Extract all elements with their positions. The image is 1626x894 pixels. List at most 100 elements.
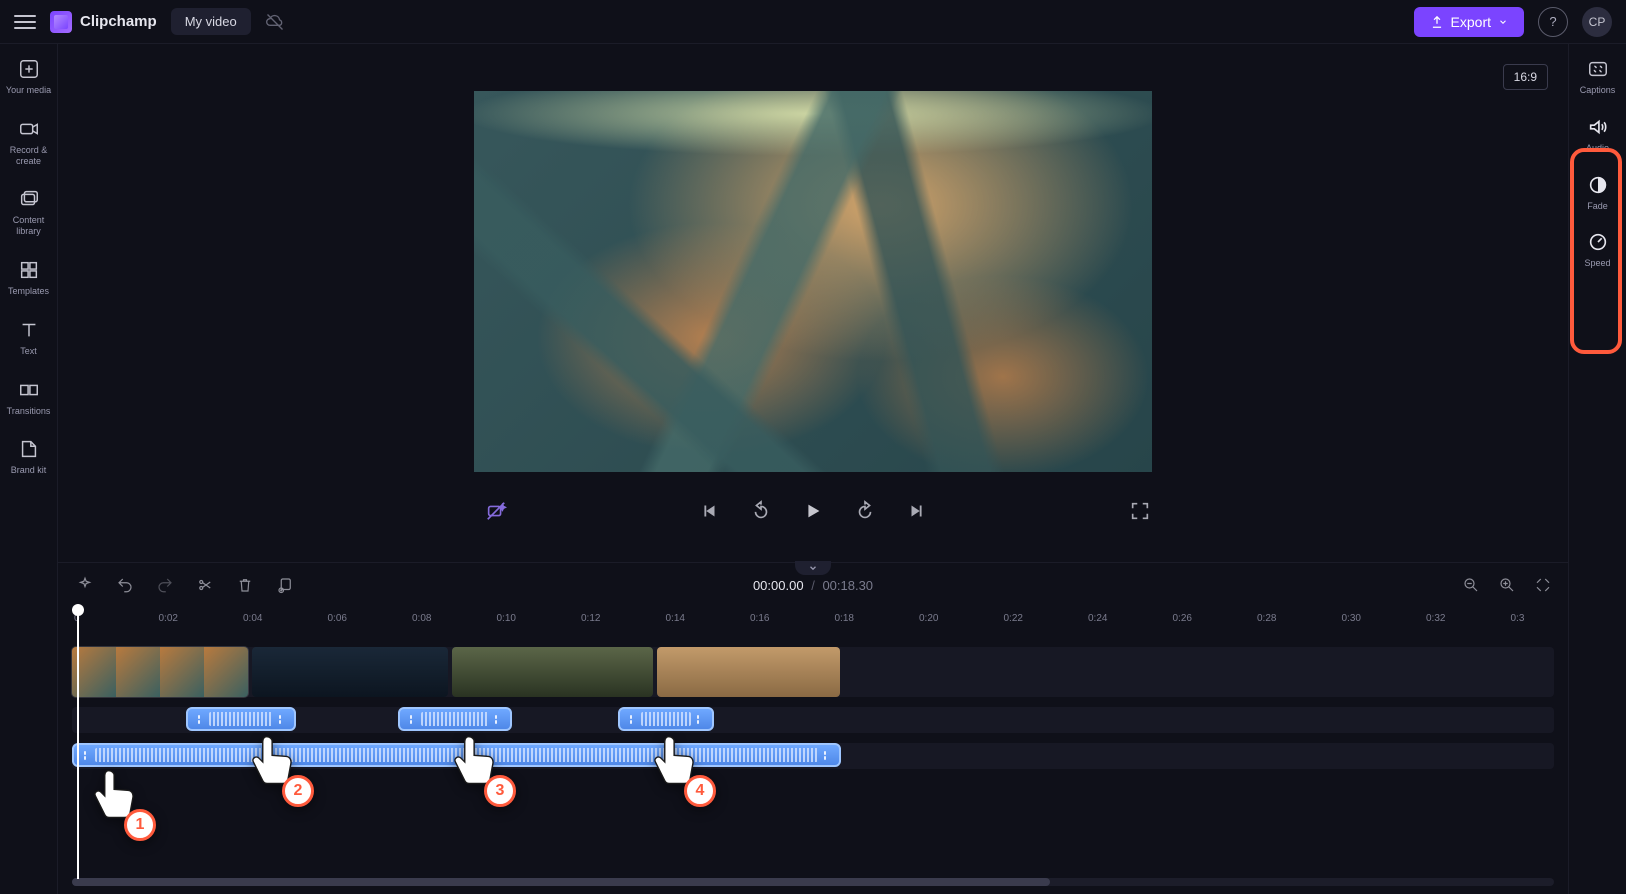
help-button[interactable]: ?: [1538, 7, 1568, 37]
forward-button[interactable]: [854, 500, 876, 522]
sidebar-item-content-library[interactable]: Content library: [2, 182, 56, 243]
sidebar-item-label: Transitions: [7, 406, 51, 416]
video-preview[interactable]: [474, 91, 1152, 472]
sidebar-item-label: Audio: [1586, 143, 1609, 153]
current-time: 00:00.00: [753, 578, 804, 593]
video-clip[interactable]: [452, 647, 653, 697]
avatar[interactable]: CP: [1582, 7, 1612, 37]
timeline-scrollbar[interactable]: [72, 878, 1554, 886]
timeline-panel: 00:00.00 / 00:18.30 00:020:040:060:080:1…: [58, 562, 1568, 894]
ruler-tick: 0:02: [159, 613, 178, 624]
cc-icon: [1587, 58, 1609, 80]
timeline-ruler[interactable]: 00:020:040:060:080:100:120:140:160:180:2…: [58, 607, 1568, 635]
playhead-line: [77, 615, 79, 879]
gauge-icon: [1587, 231, 1609, 253]
sidebar-item-label: Your media: [6, 85, 51, 95]
ai-sparkle-button[interactable]: [485, 500, 507, 522]
skip-back-button[interactable]: [698, 500, 720, 522]
ruler-tick: 0:26: [1173, 613, 1192, 624]
export-label: Export: [1451, 14, 1491, 30]
sidebar-item-record-create[interactable]: Record & create: [2, 112, 56, 173]
right-sidebar: Captions Audio Fade Speed: [1568, 44, 1626, 894]
sidebar-item-label: Content library: [13, 215, 45, 236]
sidebar-item-label: Record & create: [10, 145, 48, 166]
sidebar-item-speed[interactable]: Speed: [1571, 223, 1625, 277]
ruler-tick: 0:08: [412, 613, 431, 624]
sidebar-item-label: Captions: [1580, 85, 1616, 95]
ruler-tick: 0:04: [243, 613, 262, 624]
zoom-in-button[interactable]: [1498, 576, 1516, 594]
ruler-tick: 0:3: [1511, 613, 1525, 624]
sidebar-item-label: Templates: [8, 286, 49, 296]
sidebar-item-brand-kit[interactable]: Brand kit: [2, 432, 56, 482]
zoom-out-button[interactable]: [1462, 576, 1480, 594]
sidebar-item-transitions[interactable]: Transitions: [2, 373, 56, 423]
skip-forward-button[interactable]: [906, 500, 928, 522]
ruler-tick: 0:30: [1342, 613, 1361, 624]
audio-clip[interactable]: [186, 707, 296, 731]
redo-button[interactable]: [156, 576, 174, 594]
delete-button[interactable]: [236, 576, 254, 594]
zoom-fit-button[interactable]: [1534, 576, 1552, 594]
sidebar-item-label: Text: [20, 346, 37, 356]
audio-clip[interactable]: [398, 707, 512, 731]
sidebar-item-label: Fade: [1587, 201, 1608, 211]
tutorial-badge: 1: [124, 809, 156, 841]
cloud-off-icon[interactable]: [265, 12, 285, 32]
grid-icon: [18, 259, 40, 281]
audio-clip[interactable]: [618, 707, 714, 731]
brand-icon: [18, 438, 40, 460]
sidebar-item-fade[interactable]: Fade: [1571, 166, 1625, 220]
rewind-button[interactable]: [750, 500, 772, 522]
chevron-down-icon: [1498, 17, 1508, 27]
tutorial-badge: 4: [684, 775, 716, 807]
camera-icon: [18, 118, 40, 140]
sidebar-item-label: Speed: [1584, 258, 1610, 268]
text-icon: [18, 319, 40, 341]
music-track[interactable]: [72, 743, 1554, 769]
tutorial-badge: 2: [282, 775, 314, 807]
timeline-scrollbar-thumb[interactable]: [72, 878, 1050, 886]
ruler-tick: 0:24: [1088, 613, 1107, 624]
playback-controls: [473, 500, 1153, 522]
app-name: Clipchamp: [80, 13, 157, 30]
split-button[interactable]: [196, 576, 214, 594]
fade-icon: [1587, 174, 1609, 196]
audio-clip[interactable]: [72, 743, 841, 767]
ruler-tick: 0:16: [750, 613, 769, 624]
menu-button[interactable]: [14, 11, 36, 33]
video-track[interactable]: [72, 647, 1554, 697]
app-logo[interactable]: Clipchamp: [50, 11, 157, 33]
tutorial-cursor-1: 1: [86, 765, 146, 835]
sidebar-item-audio[interactable]: Audio: [1571, 108, 1625, 162]
left-sidebar: Your media Record & create Content libra…: [0, 44, 58, 894]
transition-icon: [18, 379, 40, 401]
ruler-tick: 0:06: [328, 613, 347, 624]
auto-enhance-button[interactable]: [76, 576, 94, 594]
sidebar-item-templates[interactable]: Templates: [2, 253, 56, 303]
sfx-track[interactable]: [72, 707, 1554, 733]
sidebar-item-your-media[interactable]: Your media: [2, 52, 56, 102]
plus-square-icon: [18, 58, 40, 80]
sidebar-item-captions[interactable]: Captions: [1571, 50, 1625, 104]
clipchamp-logo-icon: [50, 11, 72, 33]
playhead-handle[interactable]: [72, 604, 84, 616]
video-clip[interactable]: [657, 647, 840, 697]
video-clip[interactable]: [252, 647, 448, 697]
export-button[interactable]: Export: [1414, 7, 1524, 37]
aspect-ratio-button[interactable]: 16:9: [1503, 64, 1548, 90]
duplicate-button[interactable]: [276, 576, 294, 594]
undo-button[interactable]: [116, 576, 134, 594]
project-title-field[interactable]: My video: [171, 8, 251, 35]
app-header: Clipchamp My video Export ? CP: [0, 0, 1626, 44]
total-duration: 00:18.30: [822, 578, 873, 593]
timeline-toolbar: 00:00.00 / 00:18.30: [58, 563, 1568, 607]
play-button[interactable]: [802, 500, 824, 522]
video-clip[interactable]: [72, 647, 248, 697]
images-icon: [18, 188, 40, 210]
tutorial-badge: 3: [484, 775, 516, 807]
preview-stage: 16:9: [58, 44, 1568, 562]
sidebar-item-label: Brand kit: [11, 465, 47, 475]
sidebar-item-text[interactable]: Text: [2, 313, 56, 363]
fullscreen-button[interactable]: [1129, 500, 1151, 522]
